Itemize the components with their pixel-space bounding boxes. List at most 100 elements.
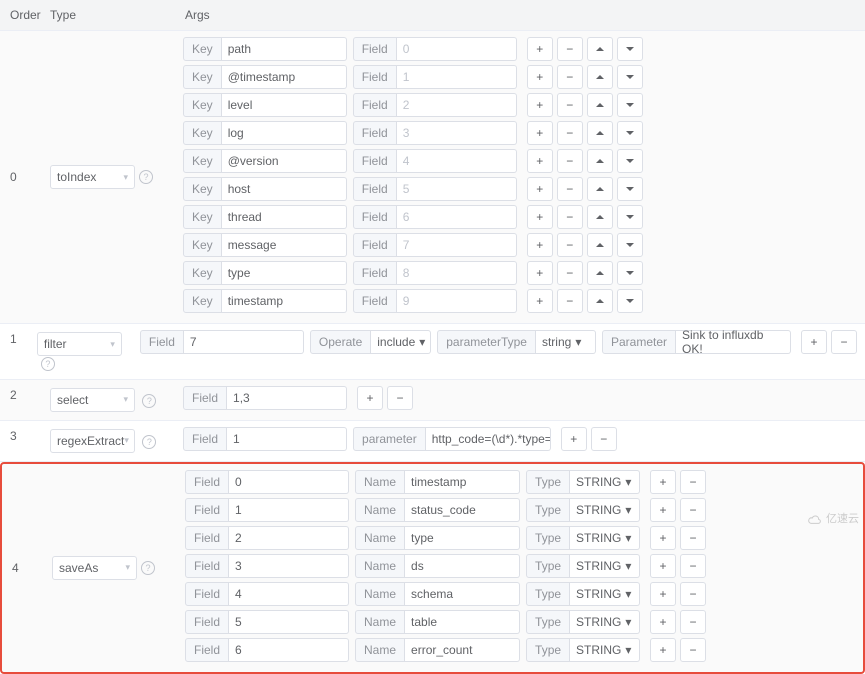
remove-button[interactable]: − — [680, 610, 706, 634]
type-select[interactable]: STRING▾ — [570, 554, 640, 578]
move-up-button[interactable] — [587, 121, 613, 145]
add-button[interactable]: + — [650, 526, 676, 550]
add-button[interactable]: + — [650, 610, 676, 634]
remove-button[interactable]: − — [557, 37, 583, 61]
help-icon[interactable]: ? — [142, 435, 156, 449]
key-input[interactable]: message — [222, 233, 347, 257]
field-input[interactable]: 1 — [397, 65, 517, 89]
move-down-button[interactable] — [617, 149, 643, 173]
key-input[interactable]: @version — [222, 149, 347, 173]
move-up-button[interactable] — [587, 93, 613, 117]
field-input[interactable]: 1 — [227, 427, 347, 451]
type-select[interactable]: filter▾ — [37, 332, 122, 356]
add-button[interactable]: + — [527, 121, 553, 145]
add-button[interactable]: + — [561, 427, 587, 451]
add-button[interactable]: + — [650, 554, 676, 578]
remove-button[interactable]: − — [557, 93, 583, 117]
remove-button[interactable]: − — [557, 289, 583, 313]
remove-button[interactable]: − — [387, 386, 413, 410]
parameter-input[interactable]: http_code=(\d*).*type=(.*), — [426, 427, 551, 451]
move-down-button[interactable] — [617, 93, 643, 117]
add-button[interactable]: + — [527, 289, 553, 313]
name-input[interactable]: status_code — [405, 498, 520, 522]
move-down-button[interactable] — [617, 261, 643, 285]
type-select[interactable]: STRING▾ — [570, 470, 640, 494]
paramtype-select[interactable]: string▾ — [536, 330, 596, 354]
remove-button[interactable]: − — [680, 554, 706, 578]
remove-button[interactable]: − — [680, 582, 706, 606]
field-input[interactable]: 2 — [397, 93, 517, 117]
field-input[interactable]: 3 — [229, 554, 349, 578]
remove-button[interactable]: − — [680, 470, 706, 494]
remove-button[interactable]: − — [557, 149, 583, 173]
add-button[interactable]: + — [527, 93, 553, 117]
key-input[interactable]: log — [222, 121, 347, 145]
move-up-button[interactable] — [587, 149, 613, 173]
move-down-button[interactable] — [617, 121, 643, 145]
move-down-button[interactable] — [617, 177, 643, 201]
help-icon[interactable]: ? — [142, 394, 156, 408]
field-input[interactable]: 5 — [397, 177, 517, 201]
add-button[interactable]: + — [650, 470, 676, 494]
field-input[interactable]: 4 — [397, 149, 517, 173]
key-input[interactable]: type — [222, 261, 347, 285]
remove-button[interactable]: − — [557, 177, 583, 201]
remove-button[interactable]: − — [680, 498, 706, 522]
field-input[interactable]: 7 — [184, 330, 304, 354]
field-input[interactable]: 0 — [397, 37, 517, 61]
type-select[interactable]: STRING▾ — [570, 498, 640, 522]
move-down-button[interactable] — [617, 289, 643, 313]
name-input[interactable]: table — [405, 610, 520, 634]
field-input[interactable]: 6 — [229, 638, 349, 662]
move-up-button[interactable] — [587, 205, 613, 229]
add-button[interactable]: + — [527, 261, 553, 285]
name-input[interactable]: schema — [405, 582, 520, 606]
remove-button[interactable]: − — [557, 121, 583, 145]
add-button[interactable]: + — [650, 582, 676, 606]
move-down-button[interactable] — [617, 205, 643, 229]
type-select[interactable]: STRING▾ — [570, 638, 640, 662]
name-input[interactable]: ds — [405, 554, 520, 578]
type-select[interactable]: STRING▾ — [570, 610, 640, 634]
remove-button[interactable]: − — [591, 427, 617, 451]
move-up-button[interactable] — [587, 261, 613, 285]
move-up-button[interactable] — [587, 177, 613, 201]
move-down-button[interactable] — [617, 65, 643, 89]
field-input[interactable]: 8 — [397, 261, 517, 285]
key-input[interactable]: host — [222, 177, 347, 201]
field-input[interactable]: 9 — [397, 289, 517, 313]
field-input[interactable]: 2 — [229, 526, 349, 550]
name-input[interactable]: error_count — [405, 638, 520, 662]
field-input[interactable]: 0 — [229, 470, 349, 494]
field-input[interactable]: 4 — [229, 582, 349, 606]
field-input[interactable]: 1 — [229, 498, 349, 522]
key-input[interactable]: @timestamp — [222, 65, 347, 89]
move-up-button[interactable] — [587, 233, 613, 257]
operate-select[interactable]: include▾ — [371, 330, 431, 354]
add-button[interactable]: + — [527, 149, 553, 173]
move-up-button[interactable] — [587, 37, 613, 61]
remove-button[interactable]: − — [557, 205, 583, 229]
type-select[interactable]: regexExtract▾ — [50, 429, 135, 453]
type-select[interactable]: toIndex▾ — [50, 165, 135, 189]
add-button[interactable]: + — [527, 177, 553, 201]
move-down-button[interactable] — [617, 37, 643, 61]
name-input[interactable]: timestamp — [405, 470, 520, 494]
field-input[interactable]: 6 — [397, 205, 517, 229]
add-button[interactable]: + — [527, 205, 553, 229]
add-button[interactable]: + — [527, 233, 553, 257]
help-icon[interactable]: ? — [141, 561, 155, 575]
add-button[interactable]: + — [801, 330, 827, 354]
key-input[interactable]: timestamp — [222, 289, 347, 313]
field-input[interactable]: 7 — [397, 233, 517, 257]
type-select[interactable]: select▾ — [50, 388, 135, 412]
remove-button[interactable]: − — [557, 65, 583, 89]
move-up-button[interactable] — [587, 65, 613, 89]
add-button[interactable]: + — [527, 37, 553, 61]
remove-button[interactable]: − — [680, 638, 706, 662]
field-input[interactable]: 5 — [229, 610, 349, 634]
parameter-input[interactable]: Sink to influxdb OK! — [676, 330, 791, 354]
field-input[interactable]: 1,3 — [227, 386, 347, 410]
name-input[interactable]: type — [405, 526, 520, 550]
remove-button[interactable]: − — [680, 526, 706, 550]
